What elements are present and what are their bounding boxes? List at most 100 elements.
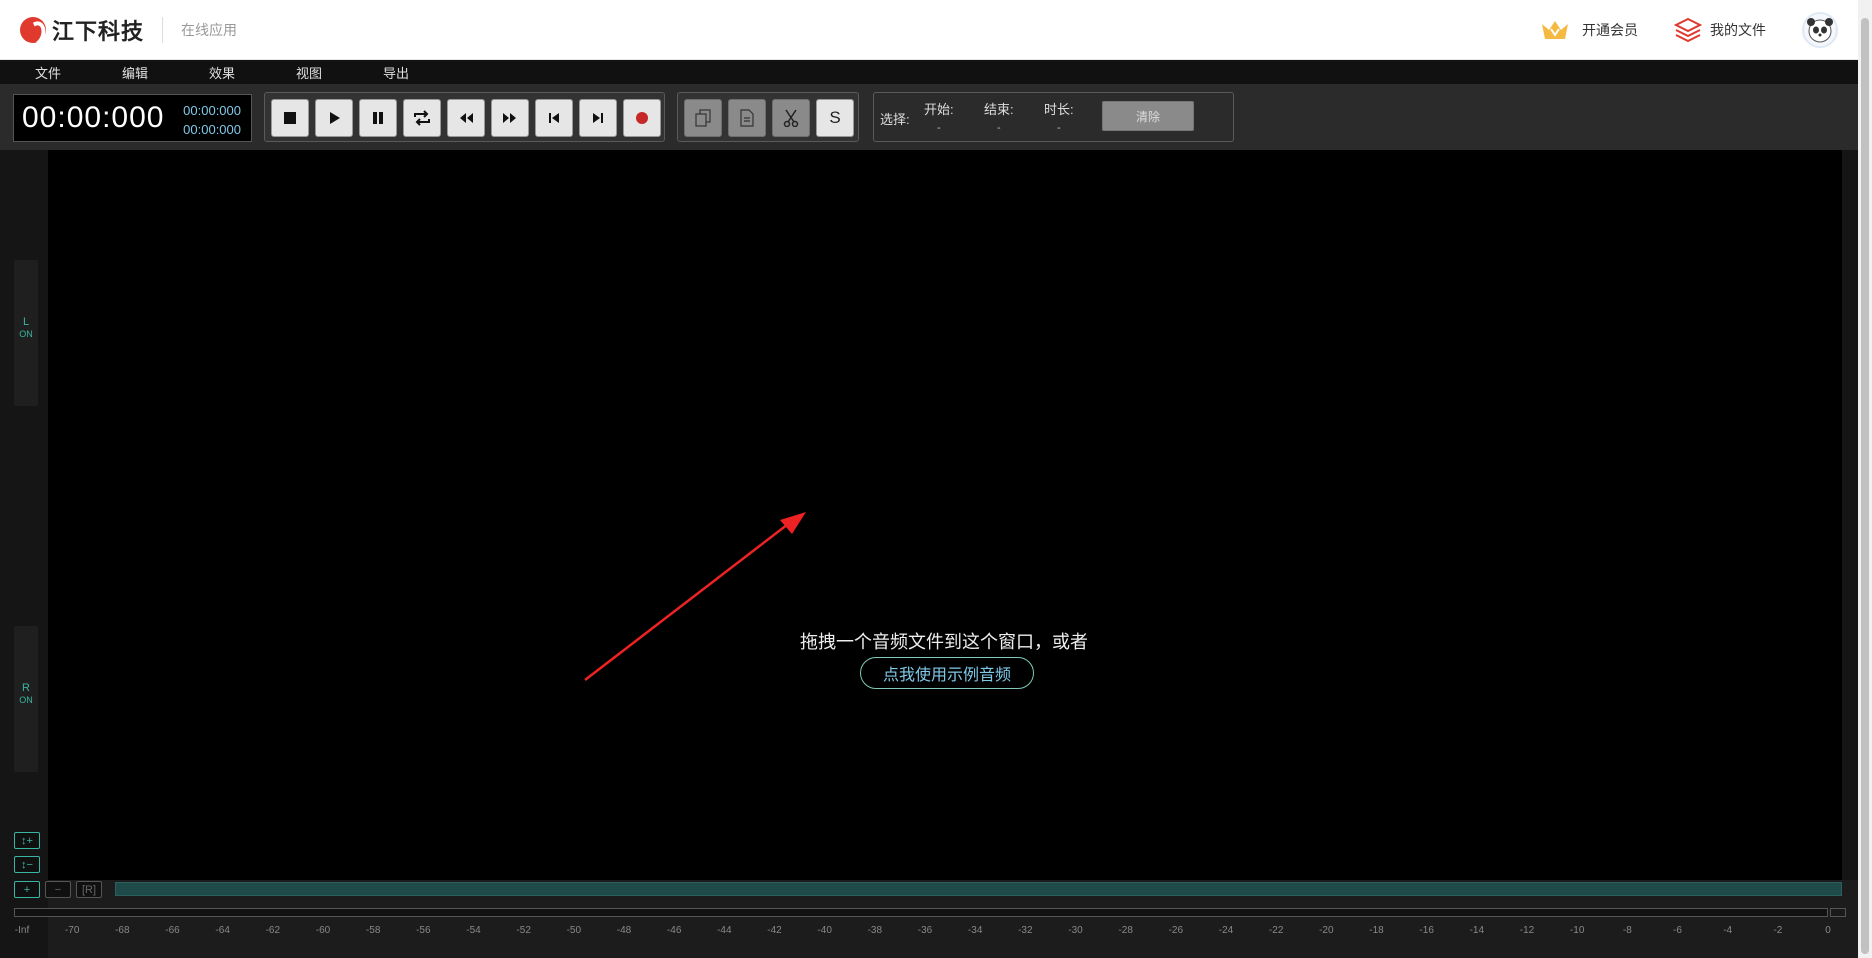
db-tick: -50 bbox=[566, 925, 582, 936]
layers-icon bbox=[1674, 17, 1702, 43]
time-start: 00:00:000 bbox=[183, 103, 241, 118]
db-tick: -68 bbox=[115, 925, 130, 936]
end-value: - bbox=[996, 122, 1001, 134]
skip-end-icon bbox=[593, 113, 603, 123]
editor-area: L ON R ON 拖拽一个音频文件到这个窗口，或者 点我使用示例音频 ↕+ ↕… bbox=[0, 150, 1858, 958]
logo-icon bbox=[20, 17, 46, 43]
fast-forward-button[interactable] bbox=[491, 99, 529, 137]
scissors-icon bbox=[783, 109, 799, 127]
vertical-zoom-out-button[interactable]: ↕− bbox=[14, 856, 40, 873]
rewind-icon bbox=[460, 113, 473, 123]
db-tick: -10 bbox=[1569, 925, 1585, 936]
pause-button[interactable] bbox=[359, 99, 397, 137]
skip-end-button[interactable] bbox=[579, 99, 617, 137]
selection-end: 结束: - bbox=[984, 99, 1014, 134]
db-tick: -38 bbox=[867, 925, 883, 936]
vip-label: 开通会员 bbox=[1582, 22, 1638, 38]
menu-edit[interactable]: 编辑 bbox=[122, 63, 209, 82]
annotation-arrow bbox=[584, 512, 806, 681]
current-time: 00:00:000 bbox=[22, 101, 165, 134]
horizontal-scrollbar[interactable] bbox=[14, 908, 1828, 917]
time-end: 00:00:000 bbox=[183, 122, 241, 137]
right-strip bbox=[1842, 150, 1858, 880]
stop-icon bbox=[284, 112, 296, 124]
paste-button[interactable] bbox=[728, 99, 766, 137]
copy-button[interactable] bbox=[684, 99, 722, 137]
db-tick: -12 bbox=[1519, 925, 1535, 936]
db-tick: 0 bbox=[1825, 925, 1831, 936]
skip-start-button[interactable] bbox=[535, 99, 573, 137]
menu-export[interactable]: 导出 bbox=[383, 63, 470, 82]
rewind-button[interactable] bbox=[447, 99, 485, 137]
selection-panel: 选择: 开始: - 结束: - 时长: - 清除 bbox=[873, 92, 1234, 142]
logo[interactable]: 江下科技 在线应用 bbox=[20, 14, 237, 46]
db-tick: -34 bbox=[967, 925, 983, 936]
record-button[interactable] bbox=[623, 99, 661, 137]
top-header: 江下科技 在线应用 开通会员 我的文件 bbox=[0, 0, 1858, 60]
silence-label: S bbox=[829, 108, 841, 127]
db-tick: -60 bbox=[315, 925, 331, 936]
db-tick: -40 bbox=[817, 925, 832, 936]
end-label: 结束: bbox=[984, 102, 1014, 117]
clear-button[interactable]: 清除 bbox=[1102, 101, 1194, 131]
page-scrollbar[interactable] bbox=[1858, 0, 1872, 958]
loop-button[interactable] bbox=[403, 99, 441, 137]
db-tick: -52 bbox=[516, 925, 531, 936]
db-tick: -24 bbox=[1218, 925, 1234, 936]
db-tick: -26 bbox=[1168, 925, 1184, 936]
start-label: 开始: bbox=[924, 102, 954, 117]
zoom-reset-button[interactable]: [R] bbox=[76, 881, 102, 898]
brand-name: 江下科技 bbox=[52, 19, 145, 44]
cut-button[interactable] bbox=[772, 99, 810, 137]
db-tick: -54 bbox=[466, 925, 481, 936]
db-tick: -28 bbox=[1118, 925, 1133, 936]
db-tick: -66 bbox=[165, 925, 180, 936]
transport-controls bbox=[264, 92, 665, 142]
fast-forward-icon bbox=[503, 113, 516, 123]
db-tick: -64 bbox=[215, 925, 230, 936]
menu-file[interactable]: 文件 bbox=[35, 63, 122, 82]
selection-start: 开始: - bbox=[924, 99, 954, 134]
duration-value: - bbox=[1056, 122, 1061, 134]
start-value: - bbox=[936, 122, 941, 134]
record-icon bbox=[636, 112, 648, 124]
menu-effects[interactable]: 效果 bbox=[209, 63, 296, 82]
db-tick: -48 bbox=[616, 925, 632, 936]
db-tick: -6 bbox=[1673, 925, 1682, 936]
loop-icon bbox=[414, 110, 430, 126]
selection-duration: 时长: - bbox=[1044, 99, 1074, 134]
db-tick: -18 bbox=[1369, 925, 1384, 936]
scroll-thumb[interactable] bbox=[1861, 18, 1869, 954]
db-tick: -70 bbox=[64, 925, 80, 936]
vip-button[interactable]: 开通会员 bbox=[1540, 18, 1638, 42]
zoom-in-button[interactable]: + bbox=[14, 881, 40, 898]
zoom-out-button[interactable]: − bbox=[45, 881, 71, 898]
menu-bar: 文件 编辑 效果 视图 导出 bbox=[0, 60, 1858, 84]
toolbar: 00:00:000 00:00:000 00:00:000 S 选择: 开始: … bbox=[0, 84, 1858, 150]
scrollbar-end[interactable] bbox=[1830, 908, 1846, 917]
subtitle: 在线应用 bbox=[181, 22, 238, 38]
db-tick: -58 bbox=[365, 925, 381, 936]
db-tick: -62 bbox=[265, 925, 281, 936]
db-tick: -4 bbox=[1723, 925, 1733, 936]
db-scale: -Inf -70 -68 -66 -64 -62 -60 -58 -56 -54 -52 -50 -48… bbox=[0, 925, 1858, 939]
db-tick: -44 bbox=[717, 925, 732, 936]
copy-icon bbox=[695, 109, 711, 127]
db-tick: -32 bbox=[1018, 925, 1033, 936]
crown-icon bbox=[1542, 21, 1568, 39]
duration-label: 时长: bbox=[1044, 102, 1074, 117]
menu-view[interactable]: 视图 bbox=[296, 63, 383, 82]
my-files-button[interactable]: 我的文件 bbox=[1674, 17, 1766, 43]
header-divider bbox=[162, 17, 164, 43]
stop-button[interactable] bbox=[271, 99, 309, 137]
db-tick: -36 bbox=[917, 925, 933, 936]
db-tick: -16 bbox=[1419, 925, 1434, 936]
vertical-zoom-in-button[interactable]: ↕+ bbox=[14, 832, 40, 849]
paste-icon bbox=[740, 109, 754, 127]
db-tick: -30 bbox=[1068, 925, 1083, 936]
play-icon bbox=[330, 112, 340, 124]
timeline-overview[interactable] bbox=[115, 882, 1842, 896]
play-button[interactable] bbox=[315, 99, 353, 137]
avatar[interactable] bbox=[1802, 12, 1838, 48]
silence-button[interactable]: S bbox=[816, 99, 854, 137]
